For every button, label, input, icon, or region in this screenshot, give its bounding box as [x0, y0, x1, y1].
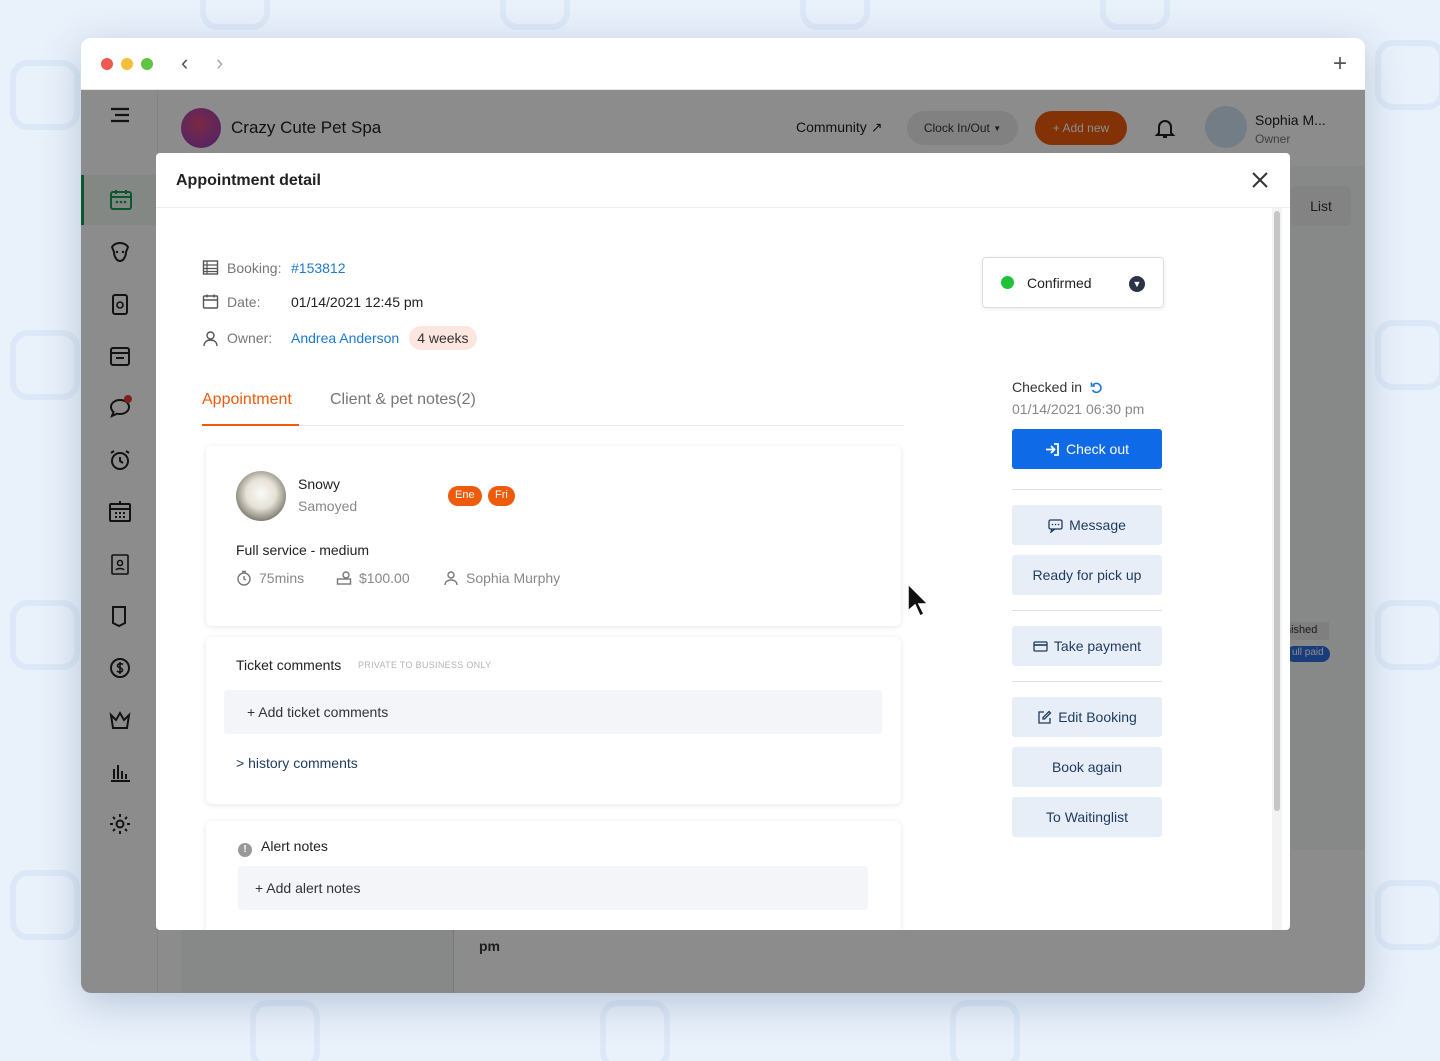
add-alert-notes-button[interactable]: + Add alert notes	[238, 866, 868, 910]
edit-icon	[1038, 710, 1052, 724]
price-value: $100.00	[359, 570, 410, 586]
appointment-detail-modal: Appointment detail Booking: #153812 Date…	[156, 153, 1290, 930]
credit-card-icon	[1033, 640, 1048, 652]
frequency-badge: 4 weeks	[409, 326, 477, 350]
status-dropdown[interactable]: Confirmed ▼	[982, 257, 1164, 308]
window-titlebar: ‹ › +	[81, 38, 1365, 90]
modal-scrollbar[interactable]	[1274, 211, 1280, 811]
sign-in-icon	[1045, 442, 1059, 456]
check-out-label: Check out	[1065, 441, 1130, 457]
service-price: $100.00	[336, 570, 410, 586]
browser-window: ‹ › + Crazy Cute Pet Spa Community ↗ Clo…	[81, 38, 1365, 993]
active-tab-indicator	[202, 424, 299, 426]
close-icon[interactable]	[1248, 168, 1272, 192]
table-icon	[202, 260, 219, 275]
back-arrow-icon[interactable]: ‹	[181, 52, 188, 74]
edit-booking-button[interactable]: Edit Booking	[1012, 697, 1162, 737]
user-icon	[444, 571, 458, 586]
alert-notes-card: ! Alert notes + Add alert notes	[206, 821, 901, 930]
book-again-button[interactable]: Book again	[1012, 747, 1162, 787]
take-payment-button[interactable]: Take payment	[1012, 626, 1162, 666]
pet-tag: Fri	[488, 486, 515, 506]
checked-in-text: Checked in	[1012, 379, 1083, 395]
message-label: Message	[1069, 517, 1126, 533]
appointment-tabs: Appointment Client & pet notes(2)	[202, 383, 904, 426]
date-row: Date: 01/14/2021 12:45 pm	[202, 293, 423, 310]
owner-row: Owner: Andrea Anderson 4 weeks	[202, 326, 477, 350]
checked-in-label: Checked in	[1012, 379, 1103, 395]
calendar-icon	[202, 294, 219, 309]
booking-label: Booking:	[227, 259, 282, 276]
checked-in-time: 01/14/2021 06:30 pm	[1012, 401, 1145, 417]
owner-label: Owner:	[227, 330, 273, 346]
status-dot	[1001, 276, 1014, 289]
ticket-comments-card: Ticket comments PRIVATE TO BUSINESS ONLY…	[206, 637, 901, 804]
money-stack-icon	[336, 571, 352, 585]
service-duration: 75mins	[236, 570, 304, 586]
private-note-label: PRIVATE TO BUSINESS ONLY	[358, 660, 492, 670]
service-staff: Sophia Murphy	[443, 570, 560, 586]
to-waitinglist-button[interactable]: To Waitinglist	[1012, 797, 1162, 837]
modal-title: Appointment detail	[176, 172, 321, 189]
service-name: Full service - medium	[236, 542, 370, 558]
user-icon	[203, 330, 218, 346]
divider	[1012, 489, 1162, 490]
date-value: 01/14/2021 12:45 pm	[291, 293, 424, 310]
pet-breed: Samoyed	[298, 498, 358, 514]
ticket-comments-title: Ticket comments	[236, 657, 342, 673]
message-button[interactable]: Message	[1012, 505, 1162, 545]
mouse-cursor-icon	[907, 583, 929, 617]
modal-header: Appointment detail	[156, 153, 1290, 208]
pet-tag: Ene	[448, 486, 482, 506]
status-value: Confirmed	[1027, 274, 1092, 291]
staff-name: Sophia Murphy	[466, 570, 561, 586]
take-payment-label: Take payment	[1053, 638, 1142, 654]
message-icon	[1048, 518, 1063, 533]
maximize-window-button[interactable]	[141, 58, 153, 70]
info-icon: !	[238, 843, 252, 857]
undo-icon[interactable]	[1090, 381, 1103, 394]
minimize-window-button[interactable]	[121, 58, 133, 70]
stopwatch-icon	[237, 570, 251, 586]
booking-row: Booking: #153812	[202, 259, 346, 276]
alert-notes-title: Alert notes	[261, 838, 328, 854]
duration-value: 75mins	[259, 570, 305, 586]
divider	[1012, 681, 1162, 682]
owner-name-link[interactable]: Andrea Anderson	[291, 330, 399, 346]
booking-id-link[interactable]: #153812	[291, 260, 346, 276]
tab-appointment[interactable]: Appointment	[202, 391, 292, 409]
check-out-button[interactable]: Check out	[1012, 429, 1162, 469]
pet-photo	[236, 471, 286, 521]
chevron-down-icon: ▼	[1129, 276, 1145, 292]
pet-name[interactable]: Snowy	[298, 476, 340, 492]
divider	[1012, 610, 1162, 611]
new-tab-plus-icon[interactable]: +	[1333, 50, 1347, 78]
forward-arrow-icon[interactable]: ›	[216, 52, 223, 74]
close-window-button[interactable]	[101, 58, 113, 70]
date-label: Date:	[227, 293, 261, 310]
history-comments-toggle[interactable]: > history comments	[236, 755, 358, 771]
tab-client-pet-notes[interactable]: Client & pet notes(2)	[330, 391, 476, 409]
pet-service-card: Snowy Samoyed Ene Fri Full service - med…	[206, 446, 901, 626]
add-ticket-comments-button[interactable]: + Add ticket comments	[224, 690, 882, 734]
edit-booking-label: Edit Booking	[1058, 709, 1137, 725]
ready-for-pickup-button[interactable]: Ready for pick up	[1012, 555, 1162, 595]
